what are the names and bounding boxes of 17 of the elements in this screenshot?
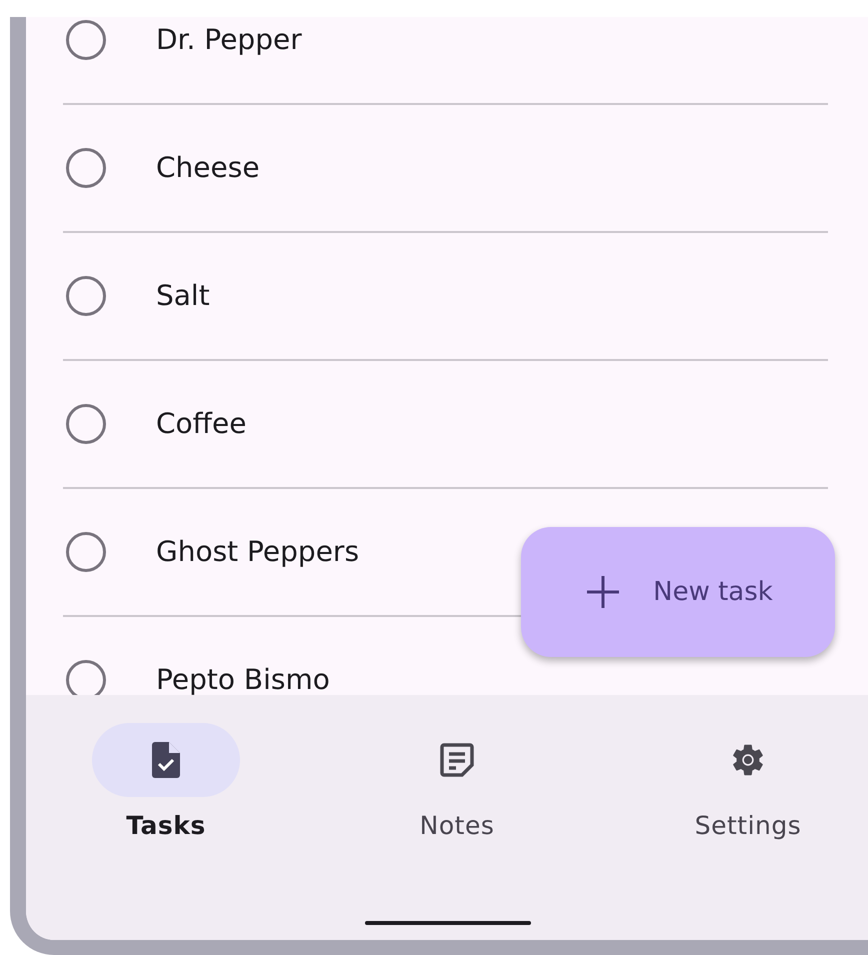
checkbox[interactable]	[66, 404, 106, 444]
nav-label: Tasks	[126, 811, 206, 840]
note-icon	[440, 743, 474, 777]
task-icon	[152, 742, 180, 778]
task-label: Coffee	[156, 410, 246, 438]
checkbox[interactable]	[66, 532, 106, 572]
task-label: Dr. Pepper	[156, 26, 302, 54]
task-label: Ghost Peppers	[156, 538, 360, 566]
nav-label: Notes	[420, 811, 494, 840]
task-label: Cheese	[156, 154, 260, 182]
checkbox[interactable]	[66, 20, 106, 60]
task-label: Salt	[156, 282, 210, 310]
checkbox[interactable]	[66, 276, 106, 316]
checkbox[interactable]	[66, 148, 106, 188]
nav-label: Settings	[694, 811, 802, 840]
task-label: Pepto Bismo	[156, 666, 330, 694]
new-task-button[interactable]: New task	[521, 527, 835, 657]
